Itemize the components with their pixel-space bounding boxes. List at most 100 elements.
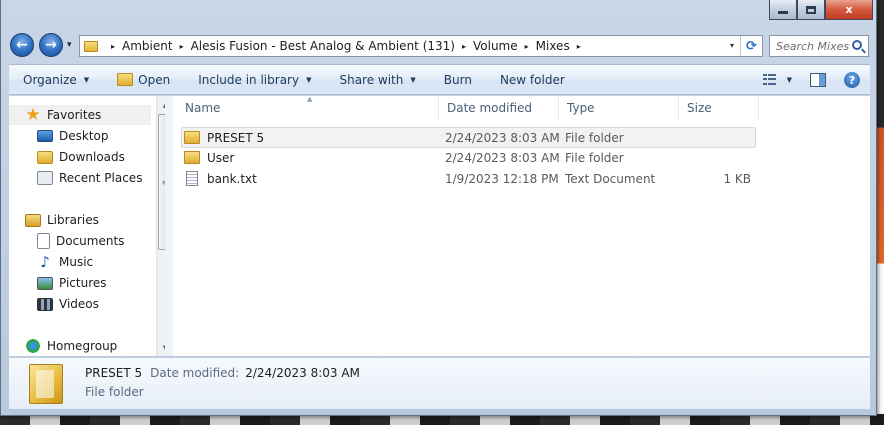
breadcrumb-ambient[interactable]: Ambient [122, 36, 173, 56]
nav-item-label: Recent Places [59, 171, 143, 185]
search-input[interactable]: Search Mixes [769, 35, 869, 57]
organize-label: Organize [23, 72, 77, 87]
nav-homegroup-label: Homegroup [47, 339, 118, 353]
recent-places-icon [37, 171, 53, 185]
share-with-button[interactable]: Share with ▼ [333, 68, 421, 92]
nav-item-downloads[interactable]: Downloads [37, 147, 125, 167]
back-button[interactable]: ← [10, 33, 34, 57]
folder-icon [184, 151, 200, 164]
command-bar: Organize ▼ Open Include in library ▼ Sha… [9, 64, 870, 95]
file-row[interactable]: bank.txt 1/9/2023 12:18 PM Text Document… [181, 169, 756, 190]
change-view-icon[interactable] [762, 74, 777, 86]
nav-item-pictures[interactable]: Pictures [37, 273, 107, 293]
star-icon: ★ [25, 105, 41, 125]
nav-item-recent-places[interactable]: Recent Places [37, 168, 142, 188]
refresh-button[interactable]: ⟳ [740, 36, 762, 56]
back-arrow-icon: ← [16, 37, 28, 53]
chevron-down-icon: ▼ [306, 75, 312, 84]
nav-item-documents[interactable]: Documents [37, 231, 124, 251]
column-header-name[interactable]: Name ▲ [177, 95, 439, 120]
nav-libraries[interactable]: Libraries [25, 210, 99, 230]
nav-homegroup[interactable]: Homegroup [25, 336, 117, 356]
details-pane: PRESET 5 Date modified: 2/24/2023 8:03 A… [9, 357, 870, 409]
maximize-button[interactable] [797, 0, 825, 20]
nav-item-label: Music [59, 255, 94, 269]
nav-scrollbar[interactable]: ▲ ≡ ▼ [156, 96, 165, 356]
file-row[interactable]: User 2/24/2023 8:03 AM File folder [181, 148, 756, 169]
details-date-value: 2/24/2023 8:03 AM [245, 366, 360, 380]
chevron-down-icon: ▼ [410, 75, 416, 84]
burn-label: Burn [443, 72, 472, 87]
desktop-edge-right [876, 0, 884, 425]
breadcrumb-alesis-fusion[interactable]: Alesis Fusion - Best Analog & Ambient (1… [191, 36, 455, 56]
breadcrumb-separator[interactable]: ▸ [180, 42, 184, 51]
column-header-type[interactable]: Type [559, 96, 679, 120]
preview-pane-icon[interactable] [810, 73, 826, 87]
folder-icon [84, 40, 98, 52]
navigation-row: ← → ▾ ▸ Ambient ▸ Alesis Fusion - Best A… [1, 30, 876, 62]
maximize-icon [806, 5, 816, 14]
include-in-library-button[interactable]: Include in library ▼ [192, 68, 317, 92]
file-name-cell: PRESET 5 [184, 128, 264, 147]
address-dropdown-icon[interactable]: ▾ [730, 41, 734, 50]
file-size: 1 KB [723, 171, 751, 186]
navigation-pane: ★ Favorites Desktop Downloads Recent Pla… [9, 96, 165, 356]
videos-icon [37, 297, 53, 311]
file-row[interactable]: PRESET 5 2/24/2023 8:03 AM File folder [181, 127, 756, 148]
details-date-label: Date modified: [150, 366, 240, 380]
downloads-icon [37, 150, 53, 164]
new-folder-button[interactable]: New folder [494, 68, 571, 92]
details-type: File folder [85, 385, 144, 399]
breadcrumb-separator[interactable]: ▸ [462, 42, 466, 51]
burn-button[interactable]: Burn [438, 68, 478, 92]
column-header-label: Name [185, 101, 221, 115]
nav-favorites[interactable]: ★ Favorites [9, 105, 151, 125]
file-name-cell: bank.txt [184, 169, 257, 188]
forward-button[interactable]: → [39, 33, 63, 57]
pictures-icon [37, 276, 53, 290]
scroll-thumb[interactable]: ≡ [158, 114, 165, 250]
nav-item-label: Videos [59, 297, 99, 311]
column-header-size[interactable]: Size [679, 96, 759, 120]
nav-item-music[interactable]: ♪ Music [37, 252, 93, 272]
close-button[interactable]: x [825, 0, 873, 20]
file-size [685, 128, 751, 147]
search-icon[interactable] [852, 40, 862, 50]
column-header-date-modified[interactable]: Date modified [439, 96, 559, 120]
chevron-down-icon: ▼ [83, 75, 90, 84]
scroll-down-icon[interactable]: ▼ [157, 339, 165, 356]
address-bar[interactable]: ▸ Ambient ▸ Alesis Fusion - Best Analog … [79, 35, 763, 57]
organize-button[interactable]: Organize ▼ [17, 68, 95, 92]
include-in-library-label: Include in library [198, 72, 300, 87]
breadcrumb-volume[interactable]: Volume [473, 36, 518, 56]
nav-item-label: Downloads [59, 150, 125, 164]
nav-item-videos[interactable]: Videos [37, 294, 99, 314]
nav-item-label: Pictures [59, 276, 107, 290]
nav-item-label: Documents [56, 234, 125, 248]
file-list: Name ▲ Date modified Type Size PRESET 5 … [173, 95, 870, 356]
view-options-chevron-icon[interactable]: ▼ [787, 76, 792, 84]
folder-icon [29, 364, 63, 404]
file-type: Text Document [565, 171, 656, 186]
open-button[interactable]: Open [111, 68, 176, 92]
breadcrumb-separator[interactable]: ▸ [111, 42, 115, 51]
forward-arrow-icon: → [45, 37, 57, 53]
help-icon[interactable]: ? [844, 72, 860, 88]
breadcrumb-separator[interactable]: ▸ [577, 42, 581, 51]
breadcrumb-mixes[interactable]: Mixes [536, 36, 570, 56]
minimize-button[interactable] [769, 0, 797, 20]
new-folder-label: New folder [499, 72, 565, 87]
column-header-label: Date modified [447, 101, 533, 115]
nav-favorites-label: Favorites [47, 108, 102, 122]
refresh-icon: ⟳ [746, 38, 757, 54]
pane-splitter[interactable] [165, 96, 173, 356]
breadcrumb-separator[interactable]: ▸ [525, 42, 529, 51]
recent-pages-dropdown[interactable]: ▾ [67, 40, 72, 50]
minimize-icon [778, 11, 788, 14]
desktop-icon [37, 130, 53, 142]
nav-item-desktop[interactable]: Desktop [37, 126, 109, 146]
file-date: 2/24/2023 8:03 AM [445, 150, 560, 165]
documents-icon [37, 233, 50, 249]
file-name: bank.txt [207, 171, 257, 186]
scroll-up-icon[interactable]: ▲ [157, 96, 165, 113]
